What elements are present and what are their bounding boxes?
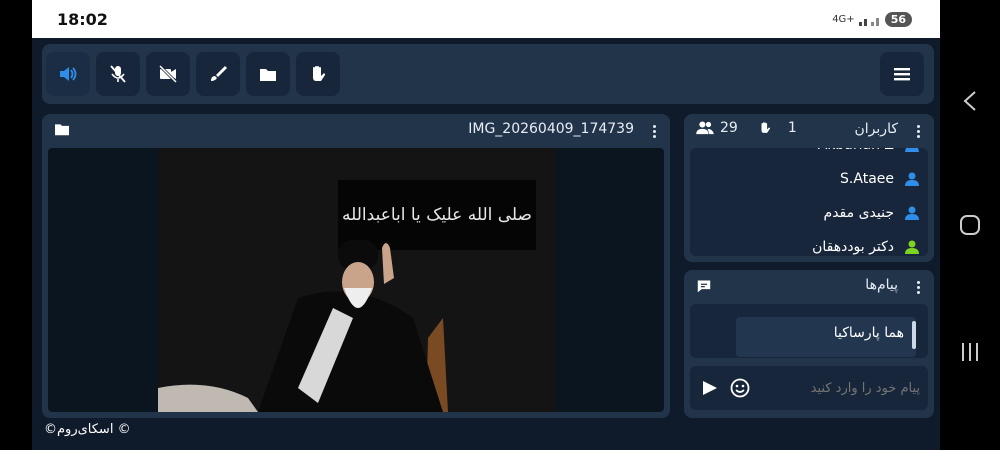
camera-off-icon	[158, 64, 178, 84]
camera-button[interactable]	[146, 52, 190, 96]
user-icon	[905, 172, 919, 186]
battery-badge: 56	[884, 12, 912, 27]
messages-title: پیام‌ها	[865, 277, 898, 293]
hamburger-icon	[894, 68, 910, 81]
toolbar-buttons	[46, 52, 340, 96]
send-icon[interactable]	[702, 380, 718, 396]
user-icon	[905, 206, 919, 220]
messages-list: هما پارساکیا	[690, 304, 928, 358]
speaker-icon	[60, 67, 77, 81]
users-counts: 29 1	[696, 120, 797, 136]
user-icon	[905, 148, 919, 152]
user-icon	[905, 240, 919, 254]
folder-icon	[55, 124, 69, 136]
back-nav-icon[interactable]	[962, 90, 978, 112]
users-options-icon[interactable]	[916, 125, 920, 138]
hand-count: 1	[787, 120, 797, 136]
message-bubble: هما پارساکیا	[736, 317, 916, 357]
speaker-button[interactable]	[46, 52, 90, 96]
chat-icon	[697, 280, 711, 293]
video-options-icon[interactable]	[652, 125, 656, 138]
raise-hand-icon	[313, 66, 326, 81]
copyright-footer: ©اسکای‌روم ©	[44, 422, 131, 437]
emoji-icon[interactable]	[730, 378, 750, 398]
app-window: IMG_20260409_174739 صلی الله علیک یا ابا…	[32, 38, 940, 450]
users-icon	[696, 121, 714, 135]
home-nav-icon[interactable]	[959, 214, 981, 236]
user-list-item[interactable]: Akbarian Z	[690, 148, 920, 162]
file-name: IMG_20260409_174739	[468, 121, 634, 137]
video-frame: صلی الله علیک یا اباعبدالله	[158, 148, 556, 412]
menu-button[interactable]	[880, 52, 924, 96]
message-text: هما پارساکیا	[833, 325, 904, 341]
brush-icon	[211, 66, 227, 81]
raise-hand-icon	[761, 122, 770, 133]
status-icons: 4G+ 56	[832, 12, 912, 27]
folder-icon	[260, 69, 276, 81]
user-list-item[interactable]: جنیدی مقدم	[690, 196, 920, 230]
android-nav-bar	[940, 0, 1000, 450]
video-panel: IMG_20260409_174739 صلی الله علیک یا ابا…	[42, 114, 670, 418]
recents-nav-icon[interactable]	[960, 342, 980, 362]
toolbar	[42, 44, 934, 104]
message-input-bar	[690, 366, 928, 410]
status-time: 18:02	[57, 10, 108, 29]
raise-hand-button[interactable]	[296, 52, 340, 96]
mic-button[interactable]	[96, 52, 140, 96]
users-list: Akbarian Z S.Ataee جنیدی مقدم دکتر بوددهقان	[690, 148, 928, 256]
user-list-item[interactable]: S.Ataee	[690, 162, 920, 196]
files-button[interactable]	[246, 52, 290, 96]
user-list-item[interactable]: دکتر بوددهقان	[690, 230, 920, 256]
banner-calligraphy: صلی الله علیک یا اباعبدالله	[342, 205, 532, 225]
whiteboard-button[interactable]	[196, 52, 240, 96]
message-accent	[912, 321, 916, 349]
user-count: 29	[720, 120, 738, 136]
messages-panel: پیام‌ها هما پارساکیا	[684, 270, 934, 418]
network-label: 4G+	[832, 14, 855, 25]
users-title: کاربران	[854, 121, 898, 137]
user-name: Akbarian Z	[818, 148, 894, 153]
signal-icon	[858, 17, 879, 26]
messages-options-icon[interactable]	[916, 281, 920, 294]
user-name: جنیدی مقدم	[823, 205, 894, 221]
users-panel: 29 1 کاربران Akbarian Z S.Ataee جنیدی مقدم…	[684, 114, 934, 262]
mic-off-icon	[110, 65, 126, 83]
user-name: دکتر بوددهقان	[812, 239, 894, 255]
user-name: S.Ataee	[840, 171, 894, 187]
video-area: صلی الله علیک یا اباعبدالله	[48, 148, 664, 412]
status-bar: 18:02 4G+ 56	[32, 0, 940, 38]
message-input[interactable]	[760, 374, 920, 402]
